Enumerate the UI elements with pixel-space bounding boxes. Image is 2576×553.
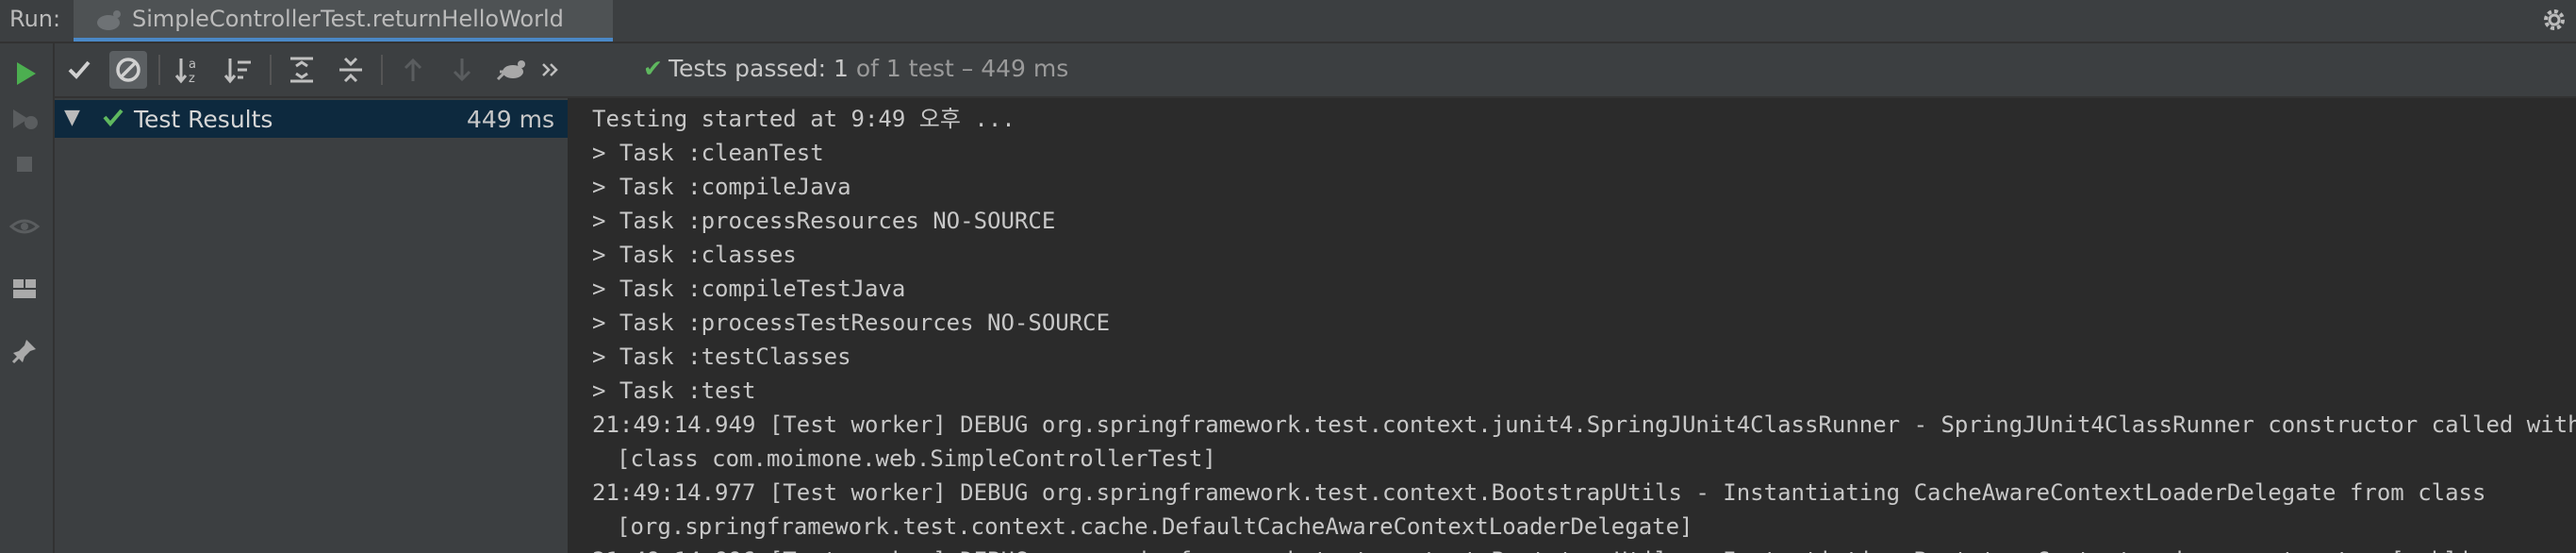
console-line: [org.springframework.test.context.cache.… <box>617 513 1693 540</box>
previous-failed-icon[interactable] <box>394 51 432 89</box>
tree-item-test-results[interactable]: ▼ Test Results 449 ms <box>55 100 568 138</box>
console-line: > Task :compileTestJava <box>592 276 906 302</box>
tree-item-label: Test Results <box>134 106 273 133</box>
console-line: > Task :processResources NO-SOURCE <box>592 208 1056 234</box>
test-run-icon <box>97 10 121 30</box>
eye-icon[interactable] <box>8 209 41 243</box>
test-status: ✔ Tests passed: 1 of 1 test – 449 ms <box>643 55 1068 82</box>
svg-text:a: a <box>189 58 196 72</box>
test-runner-toolbar: a z ✔ Tests passed: 1 of 1 test – 449 ms <box>55 43 2576 98</box>
svg-text:z: z <box>189 72 195 86</box>
passed-check-icon: ✔ <box>643 55 663 82</box>
console-line: Testing started at 9:49 오후 ... <box>592 106 1016 132</box>
pin-icon[interactable] <box>8 334 41 368</box>
console-line: > Task :test <box>592 377 756 404</box>
status-passed-label: Tests passed: <box>668 55 827 82</box>
run-icon[interactable] <box>8 57 41 91</box>
tree-item-duration: 449 ms <box>466 106 554 133</box>
run-label: Run: <box>9 6 61 32</box>
console-line: > Task :cleanTest <box>592 140 824 166</box>
tab-title: SimpleControllerTest.returnHelloWorld <box>132 6 564 32</box>
show-passed-icon[interactable] <box>60 51 98 89</box>
rerun-failed-icon[interactable] <box>8 102 41 136</box>
console-line: > Task :compileJava <box>592 174 851 200</box>
layout-icon[interactable] <box>8 272 41 306</box>
more-icon[interactable] <box>537 51 564 89</box>
console-line: 21:49:14.977 [Test worker] DEBUG org.spr… <box>592 479 2486 506</box>
sort-alpha-icon[interactable]: a z <box>172 51 209 89</box>
next-failed-icon[interactable] <box>443 51 481 89</box>
run-side-toolbar <box>0 43 55 553</box>
sort-duration-icon[interactable] <box>221 51 258 89</box>
gear-icon[interactable] <box>2540 4 2568 36</box>
expand-arrow-icon[interactable]: ▼ <box>64 106 80 129</box>
stop-icon[interactable] <box>8 147 41 181</box>
show-ignored-icon[interactable] <box>109 51 147 89</box>
import-tests-icon[interactable] <box>492 51 530 89</box>
console-line: > Task :classes <box>592 242 797 268</box>
console-output[interactable]: Testing started at 9:49 오후 ... > Task :c… <box>570 98 2576 553</box>
console-line: > Task :processTestResources NO-SOURCE <box>592 310 1111 336</box>
console-line: > Task :testClasses <box>592 344 851 370</box>
run-tool-window-header: Run: SimpleControllerTest.returnHelloWor… <box>0 0 2576 43</box>
passed-check-icon <box>103 109 124 127</box>
status-detail: of 1 test – 449 ms <box>855 55 1069 82</box>
test-results-tree: ▼ Test Results 449 ms <box>55 98 570 553</box>
collapse-all-icon[interactable] <box>332 51 370 89</box>
console-line: 21:49:14.949 [Test worker] DEBUG org.spr… <box>592 411 2576 438</box>
console-line: 21:49:14.996 [Test worker] DEBUG org.spr… <box>592 544 2576 553</box>
status-count: 1 <box>834 55 849 82</box>
console-lines: Testing started at 9:49 오후 ... > Task :c… <box>592 102 2576 553</box>
console-line: [class com.moimone.web.SimpleControllerT… <box>617 445 1216 472</box>
expand-all-icon[interactable] <box>283 51 321 89</box>
tab-run-configuration[interactable]: SimpleControllerTest.returnHelloWorld <box>74 0 613 42</box>
